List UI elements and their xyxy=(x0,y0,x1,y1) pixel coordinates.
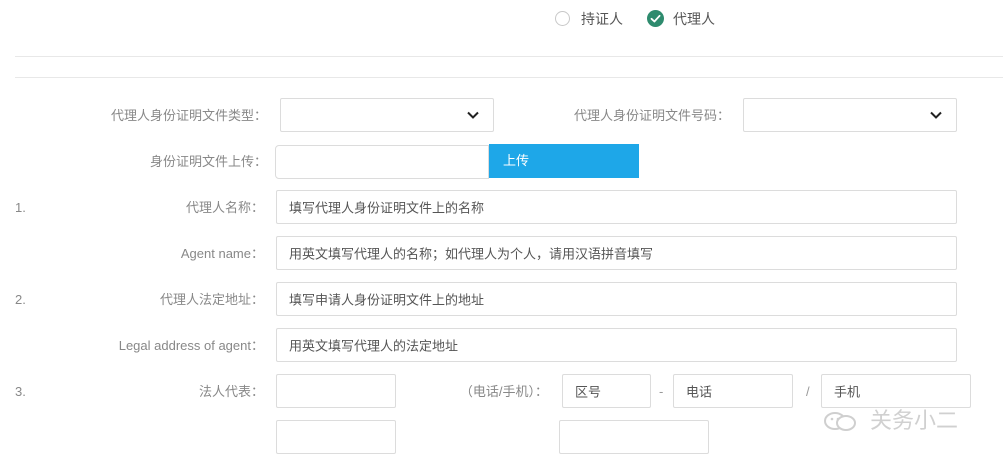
phone-input[interactable]: 电话 xyxy=(673,374,793,408)
agent-address-en-input[interactable]: 用英文填写代理人的法定地址 xyxy=(276,328,957,362)
legal-rep-name-input[interactable] xyxy=(276,374,396,408)
doc-type-label: 代理人身份证明文件类型： xyxy=(110,108,267,123)
agent-name-en-input[interactable]: 用英文填写代理人的名称；如代理人为个人，请用汉语拼音填写 xyxy=(276,236,957,270)
phone-label: （电话/手机）： xyxy=(459,384,548,399)
agent-name-cn-input[interactable]: 填写代理人身份证明文件上的名称 xyxy=(276,190,957,224)
phone-placeholder: 电话 xyxy=(686,384,713,400)
watermark-text: 关务小二 xyxy=(870,408,959,433)
radio-agent[interactable] xyxy=(647,10,664,27)
section-number: 1. xyxy=(15,200,26,215)
wechat-icon xyxy=(824,412,856,431)
divider-top xyxy=(15,56,1003,57)
radio-agent-label[interactable]: 代理人 xyxy=(673,10,715,28)
agent-name-cn-placeholder: 填写代理人身份证明文件上的名称 xyxy=(289,200,485,216)
upload-button[interactable]: 上传 xyxy=(489,144,639,178)
check-icon xyxy=(650,14,661,23)
agent-address-cn-placeholder: 填写申请人身份证明文件上的地址 xyxy=(289,292,485,308)
doc-type-select[interactable] xyxy=(280,98,494,132)
section-number: 2. xyxy=(15,292,26,307)
doc-number-label: 代理人身份证明文件号码： xyxy=(573,108,730,123)
upload-file-field[interactable] xyxy=(275,145,489,179)
agent-address-cn-input[interactable]: 填写申请人身份证明文件上的地址 xyxy=(276,282,957,316)
doc-number-select[interactable] xyxy=(743,98,957,132)
chevron-down-icon xyxy=(930,111,942,119)
agent-address-cn-label: 代理人法定地址： xyxy=(159,292,264,307)
legal-rep-second-input[interactable] xyxy=(276,420,396,454)
agent-name-en-label: Agent name： xyxy=(180,246,264,261)
slash-separator: / xyxy=(806,384,810,399)
divider-section xyxy=(15,77,1003,78)
dash-separator: - xyxy=(659,384,664,399)
upload-label: 身份证明文件上传： xyxy=(149,154,267,169)
area-code-placeholder: 区号 xyxy=(575,384,602,400)
chevron-down-icon xyxy=(467,111,479,119)
agent-name-cn-label: 代理人名称： xyxy=(185,200,264,215)
second-phone-input[interactable] xyxy=(559,420,709,454)
mobile-placeholder: 手机 xyxy=(834,384,861,400)
radio-holder-label[interactable]: 持证人 xyxy=(581,10,623,28)
area-code-input[interactable]: 区号 xyxy=(562,374,651,408)
legal-rep-label: 法人代表： xyxy=(198,384,264,399)
section-number: 3. xyxy=(15,384,26,399)
agent-address-en-placeholder: 用英文填写代理人的法定地址 xyxy=(289,338,459,354)
agent-name-en-placeholder: 用英文填写代理人的名称；如代理人为个人，请用汉语拼音填写 xyxy=(289,246,654,262)
mobile-input[interactable]: 手机 xyxy=(821,374,971,408)
radio-holder[interactable] xyxy=(555,11,570,26)
agent-address-en-label: Legal address of agent： xyxy=(118,338,264,353)
